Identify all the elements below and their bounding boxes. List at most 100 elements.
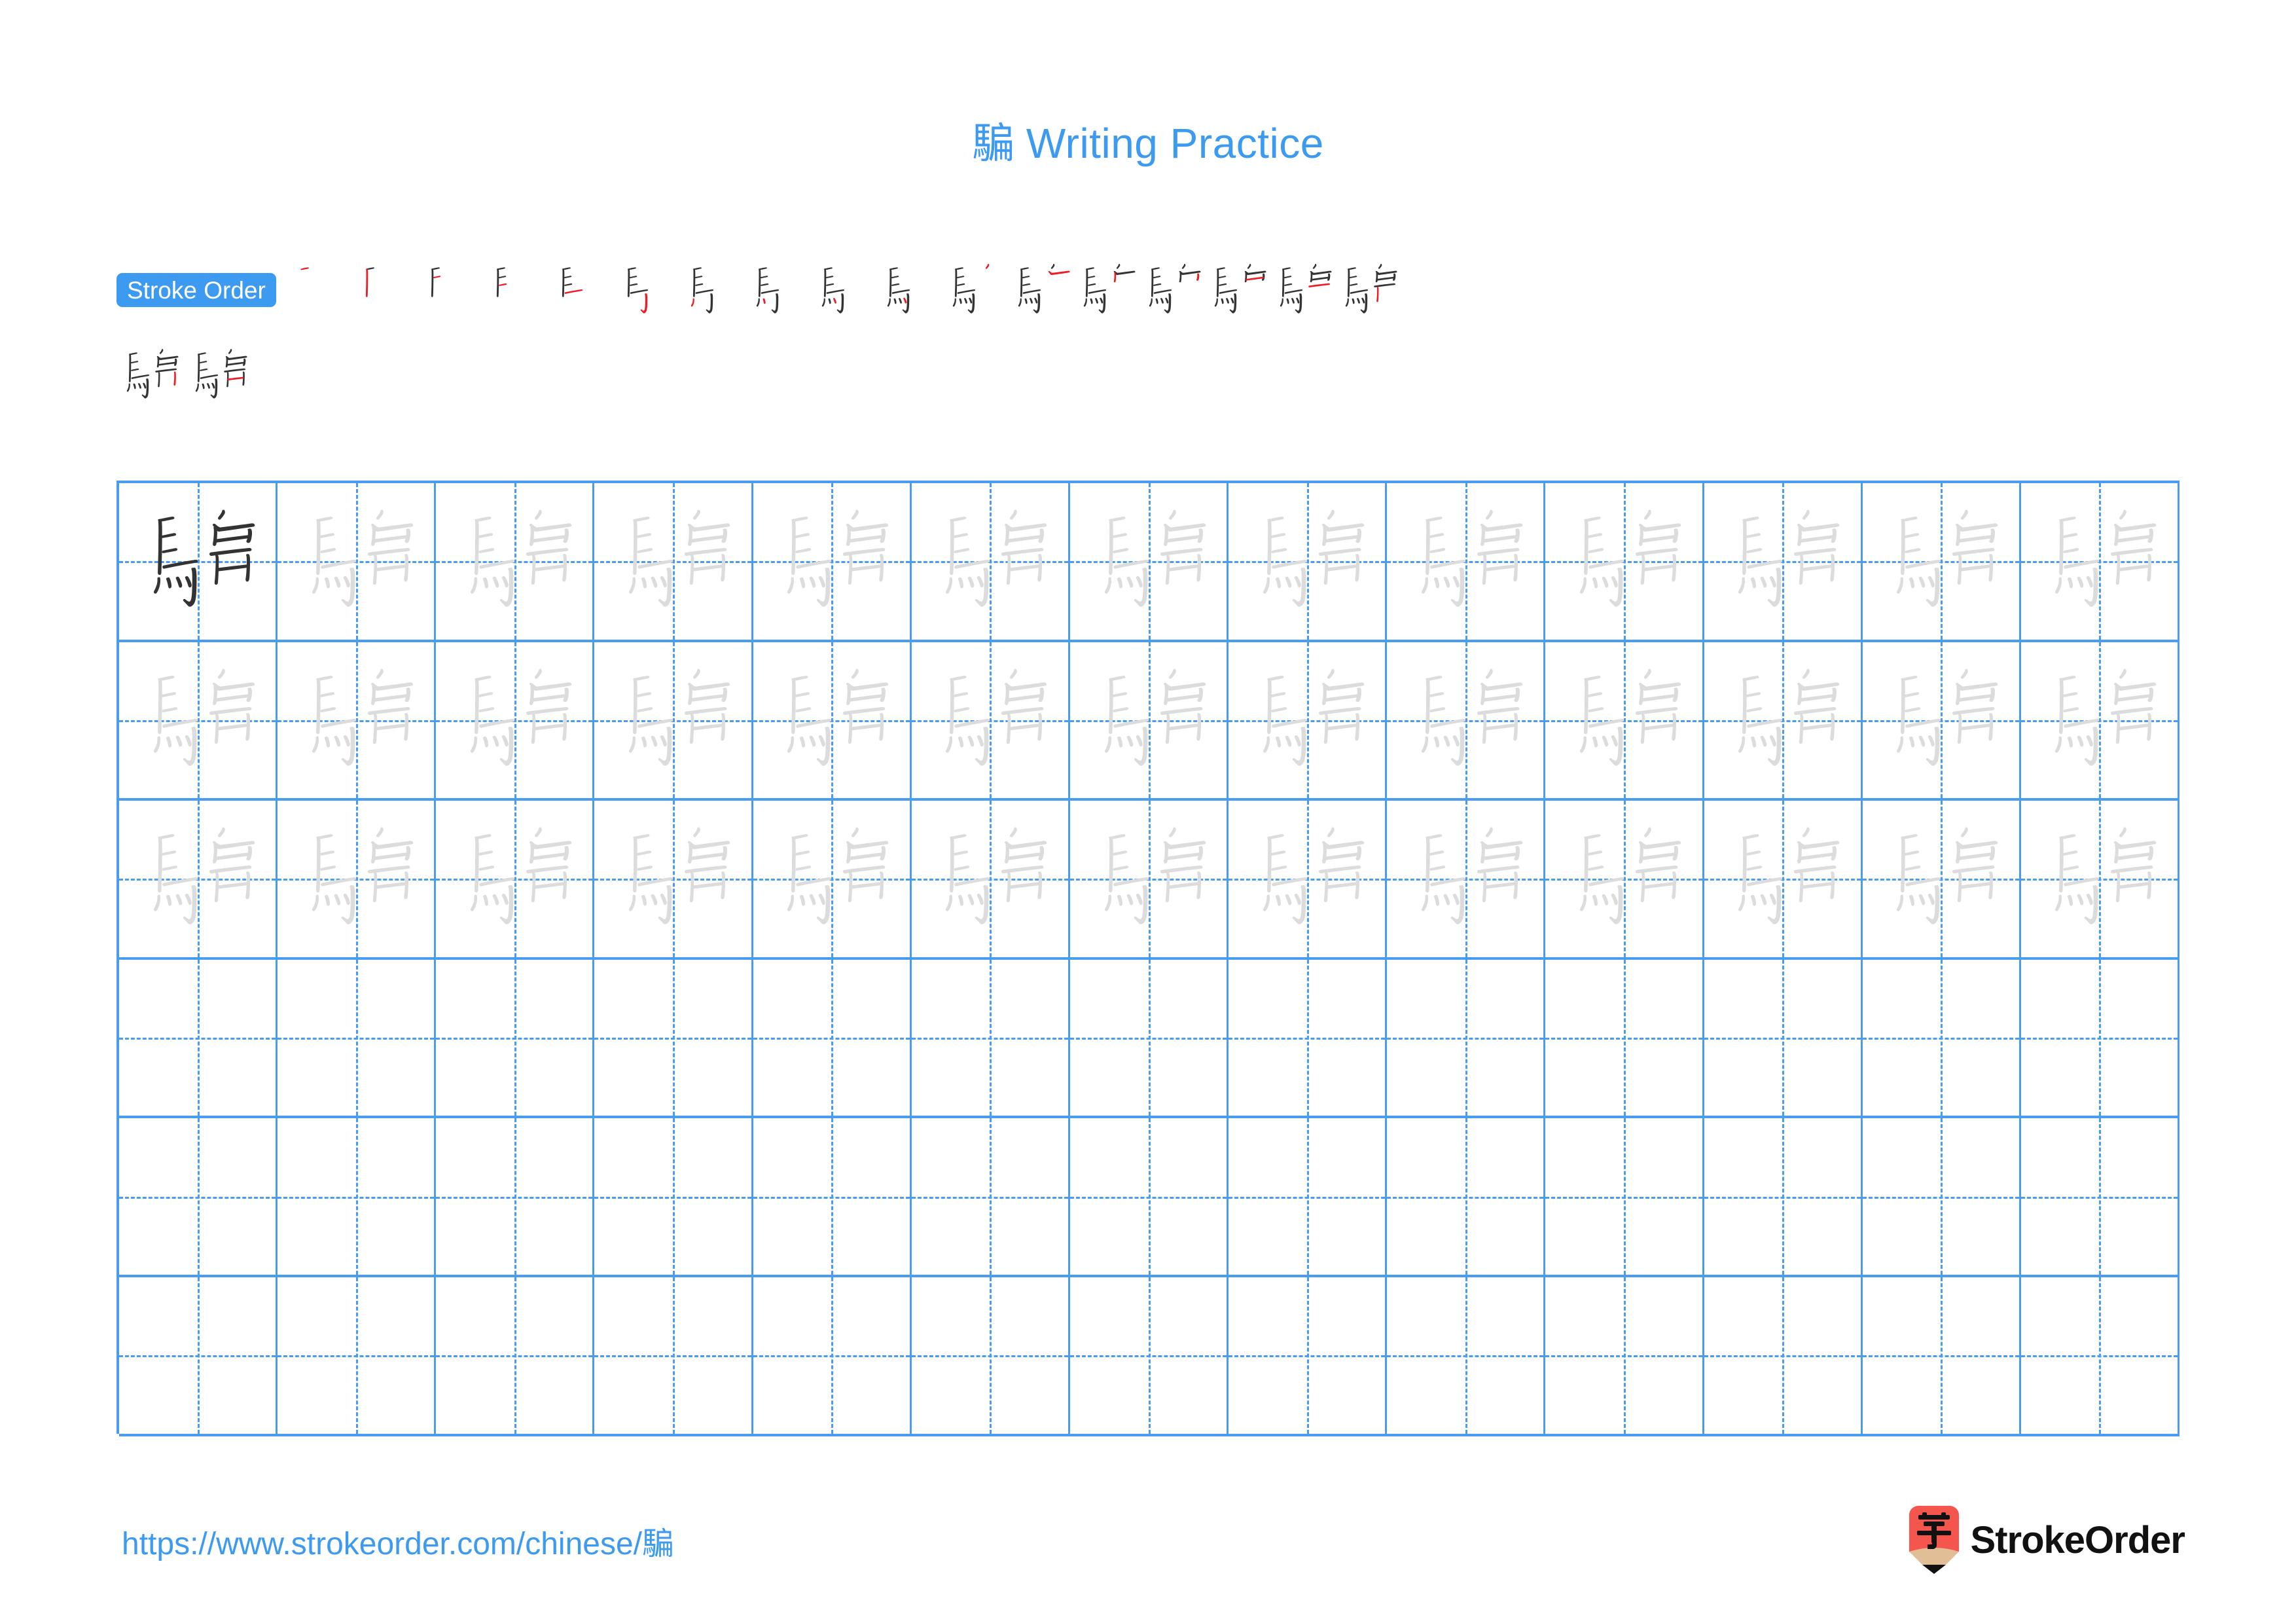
practice-cell-trace[interactable] xyxy=(1387,642,1546,799)
practice-cell[interactable] xyxy=(1069,1118,1229,1275)
stroke-step-4 xyxy=(484,251,550,329)
practice-cell[interactable] xyxy=(1862,1277,2021,1434)
practice-cell[interactable] xyxy=(753,959,912,1116)
stroke-step-2 xyxy=(353,251,419,329)
practice-cell[interactable] xyxy=(436,1277,595,1434)
practice-cell-trace[interactable] xyxy=(278,642,437,799)
practice-cell-trace[interactable] xyxy=(1069,642,1229,799)
stroke-step-6 xyxy=(615,251,681,329)
source-url[interactable]: https://www.strokeorder.com/chinese/騙 xyxy=(122,1518,673,1563)
practice-cell[interactable] xyxy=(1229,1277,1388,1434)
practice-cell[interactable] xyxy=(278,1277,437,1434)
practice-cell[interactable] xyxy=(1704,1118,1863,1275)
stroke-step-9 xyxy=(812,251,877,329)
practice-cell[interactable] xyxy=(1545,959,1704,1116)
practice-row xyxy=(119,483,2180,642)
stroke-step-11 xyxy=(942,251,1008,329)
practice-cell-trace[interactable] xyxy=(1069,483,1229,640)
practice-cell[interactable] xyxy=(753,1277,912,1434)
practice-cell[interactable] xyxy=(119,959,278,1116)
practice-cell-trace[interactable] xyxy=(1545,801,1704,957)
stroke-step-19 xyxy=(185,337,254,414)
stroke-order-row-1: Stroke Order xyxy=(117,251,2185,329)
practice-cell-trace[interactable] xyxy=(911,483,1070,640)
practice-cell-trace[interactable] xyxy=(911,801,1070,957)
practice-cell[interactable] xyxy=(594,1118,753,1275)
practice-cell-trace[interactable] xyxy=(1387,801,1546,957)
practice-cell-trace[interactable] xyxy=(753,801,912,957)
practice-cell-trace[interactable] xyxy=(2020,801,2180,957)
practice-cell[interactable] xyxy=(1862,959,2021,1116)
strokeorder-logo: StrokeOrder xyxy=(1909,1506,2185,1574)
practice-cell[interactable] xyxy=(1704,1277,1863,1434)
practice-cell[interactable] xyxy=(278,959,437,1116)
practice-cell[interactable] xyxy=(1387,959,1546,1116)
practice-cell[interactable] xyxy=(1387,1277,1546,1434)
practice-cell[interactable] xyxy=(1069,1277,1229,1434)
practice-cell-trace[interactable] xyxy=(436,483,595,640)
practice-row xyxy=(119,801,2180,960)
practice-cell-trace[interactable] xyxy=(2020,642,2180,799)
practice-cell-trace[interactable] xyxy=(1862,483,2021,640)
practice-cell[interactable] xyxy=(911,1277,1070,1434)
practice-cell[interactable] xyxy=(119,1118,278,1275)
practice-cell[interactable] xyxy=(911,959,1070,1116)
stroke-step-1 xyxy=(288,251,353,329)
practice-cell[interactable] xyxy=(119,1277,278,1434)
practice-cell[interactable] xyxy=(1229,959,1388,1116)
practice-cell-trace[interactable] xyxy=(1704,483,1863,640)
practice-cell-trace[interactable] xyxy=(753,483,912,640)
practice-cell-trace[interactable] xyxy=(911,642,1070,799)
practice-cell[interactable] xyxy=(1704,959,1863,1116)
practice-cell-trace[interactable] xyxy=(1704,801,1863,957)
practice-cell-trace[interactable] xyxy=(119,642,278,799)
practice-cell[interactable] xyxy=(753,1118,912,1275)
practice-cell-trace[interactable] xyxy=(1387,483,1546,640)
stroke-step-18 xyxy=(117,337,185,414)
practice-cell-trace[interactable] xyxy=(1862,642,2021,799)
practice-cell-trace[interactable] xyxy=(278,801,437,957)
practice-cell[interactable] xyxy=(2020,959,2180,1116)
practice-cell-trace[interactable] xyxy=(1229,483,1388,640)
practice-cell[interactable] xyxy=(2020,1118,2180,1275)
practice-row xyxy=(119,959,2180,1119)
practice-cell[interactable] xyxy=(1545,1277,1704,1434)
stroke-order-row-2 xyxy=(117,337,2185,414)
practice-cell-trace[interactable] xyxy=(594,483,753,640)
practice-cell-trace[interactable] xyxy=(594,642,753,799)
practice-row xyxy=(119,1277,2180,1436)
practice-cell-trace[interactable] xyxy=(1229,801,1388,957)
practice-cell-trace[interactable] xyxy=(594,801,753,957)
practice-cell-trace[interactable] xyxy=(1704,642,1863,799)
practice-cell[interactable] xyxy=(1545,1118,1704,1275)
practice-cell-trace[interactable] xyxy=(1229,642,1388,799)
practice-cell[interactable] xyxy=(1229,1118,1388,1275)
practice-cell-trace[interactable] xyxy=(2020,483,2180,640)
practice-cell[interactable] xyxy=(594,1277,753,1434)
practice-cell-trace[interactable] xyxy=(436,801,595,957)
stroke-step-3 xyxy=(419,251,484,329)
practice-cell-trace[interactable] xyxy=(753,642,912,799)
stroke-step-12 xyxy=(1008,251,1073,329)
practice-cell[interactable] xyxy=(436,959,595,1116)
practice-cell[interactable] xyxy=(1862,1118,2021,1275)
practice-cell[interactable] xyxy=(278,1118,437,1275)
practice-cell-trace[interactable] xyxy=(1545,483,1704,640)
practice-cell[interactable] xyxy=(2020,1277,2180,1434)
page-title: 騙 Writing Practice xyxy=(972,120,1324,167)
practice-row xyxy=(119,642,2180,801)
practice-cell[interactable] xyxy=(911,1118,1070,1275)
practice-cell[interactable] xyxy=(436,1118,595,1275)
stroke-step-13 xyxy=(1073,251,1139,329)
practice-cell[interactable] xyxy=(1387,1118,1546,1275)
practice-cell[interactable] xyxy=(594,959,753,1116)
practice-cell-trace[interactable] xyxy=(436,642,595,799)
practice-cell-trace[interactable] xyxy=(1069,801,1229,957)
stroke-step-15 xyxy=(1204,251,1270,329)
practice-cell-model[interactable] xyxy=(119,483,278,640)
practice-cell-trace[interactable] xyxy=(119,801,278,957)
practice-cell-trace[interactable] xyxy=(1545,642,1704,799)
practice-cell-trace[interactable] xyxy=(278,483,437,640)
practice-cell[interactable] xyxy=(1069,959,1229,1116)
practice-cell-trace[interactable] xyxy=(1862,801,2021,957)
